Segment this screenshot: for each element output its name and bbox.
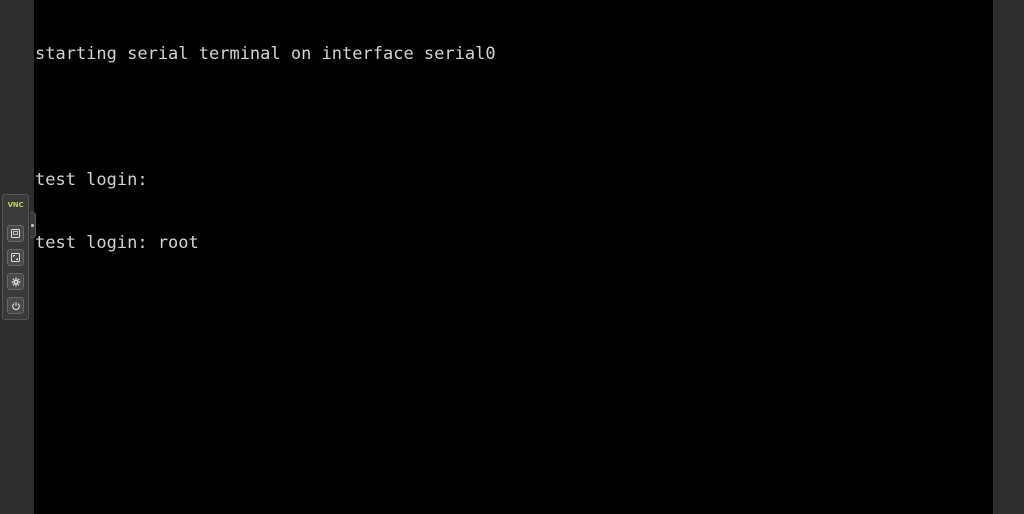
vnc-viewer: starting serial terminal on interface se… — [0, 0, 1024, 514]
right-gutter — [993, 0, 1024, 514]
terminal-line: starting serial terminal on interface se… — [35, 44, 496, 64]
keyboard-icon — [11, 229, 20, 238]
control-bar-handle[interactable] — [30, 212, 36, 238]
fullscreen-icon — [11, 253, 20, 262]
handle-grip — [31, 224, 34, 227]
remote-screen[interactable]: starting serial terminal on interface se… — [34, 0, 993, 514]
gear-icon — [11, 277, 20, 286]
power-icon — [11, 301, 20, 310]
vnc-logo: VNC — [7, 201, 24, 209]
terminal-line: test login: — [35, 170, 148, 190]
keyboard-button[interactable] — [7, 225, 24, 242]
power-button[interactable] — [7, 297, 24, 314]
terminal-line: test login: root — [35, 233, 199, 253]
vnc-control-bar: VNC — [2, 194, 29, 320]
serial-terminal[interactable]: starting serial terminal on interface se… — [34, 0, 993, 296]
fullscreen-button[interactable] — [7, 249, 24, 266]
settings-button[interactable] — [7, 273, 24, 290]
